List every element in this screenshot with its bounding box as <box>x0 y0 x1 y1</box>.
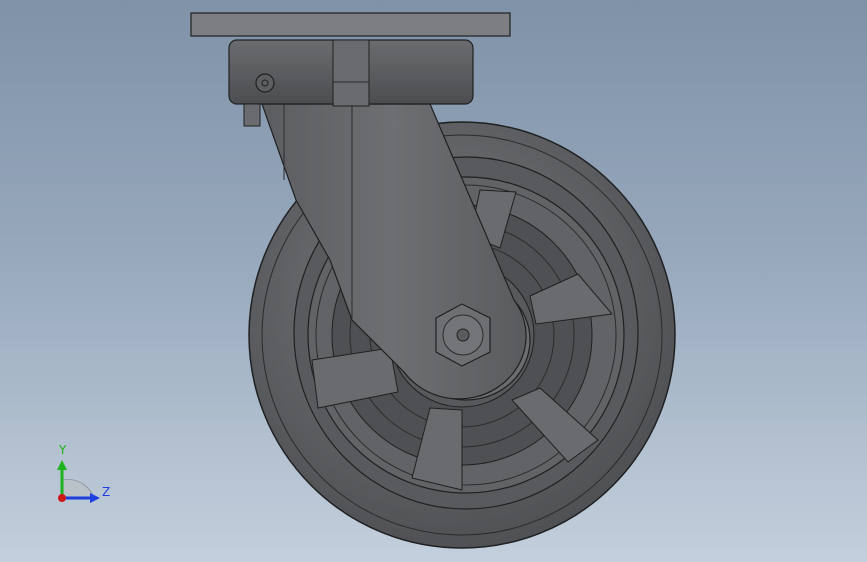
mounting-plate[interactable] <box>190 12 511 37</box>
z-axis-label: Z <box>102 485 110 499</box>
origin-marker <box>58 494 66 502</box>
axle-end <box>456 328 470 342</box>
y-arrowhead-icon <box>57 460 67 470</box>
axle-nut[interactable] <box>435 303 491 367</box>
triad-plane-icon <box>61 479 95 499</box>
grease-fitting-icon <box>255 73 275 93</box>
lock-pin <box>243 103 261 127</box>
collar-clamp <box>332 39 370 107</box>
cad-viewport[interactable] <box>0 0 867 562</box>
axis-triad: Y Z <box>57 443 110 503</box>
z-arrowhead-icon <box>90 493 100 503</box>
y-axis-label: Y <box>58 443 67 457</box>
